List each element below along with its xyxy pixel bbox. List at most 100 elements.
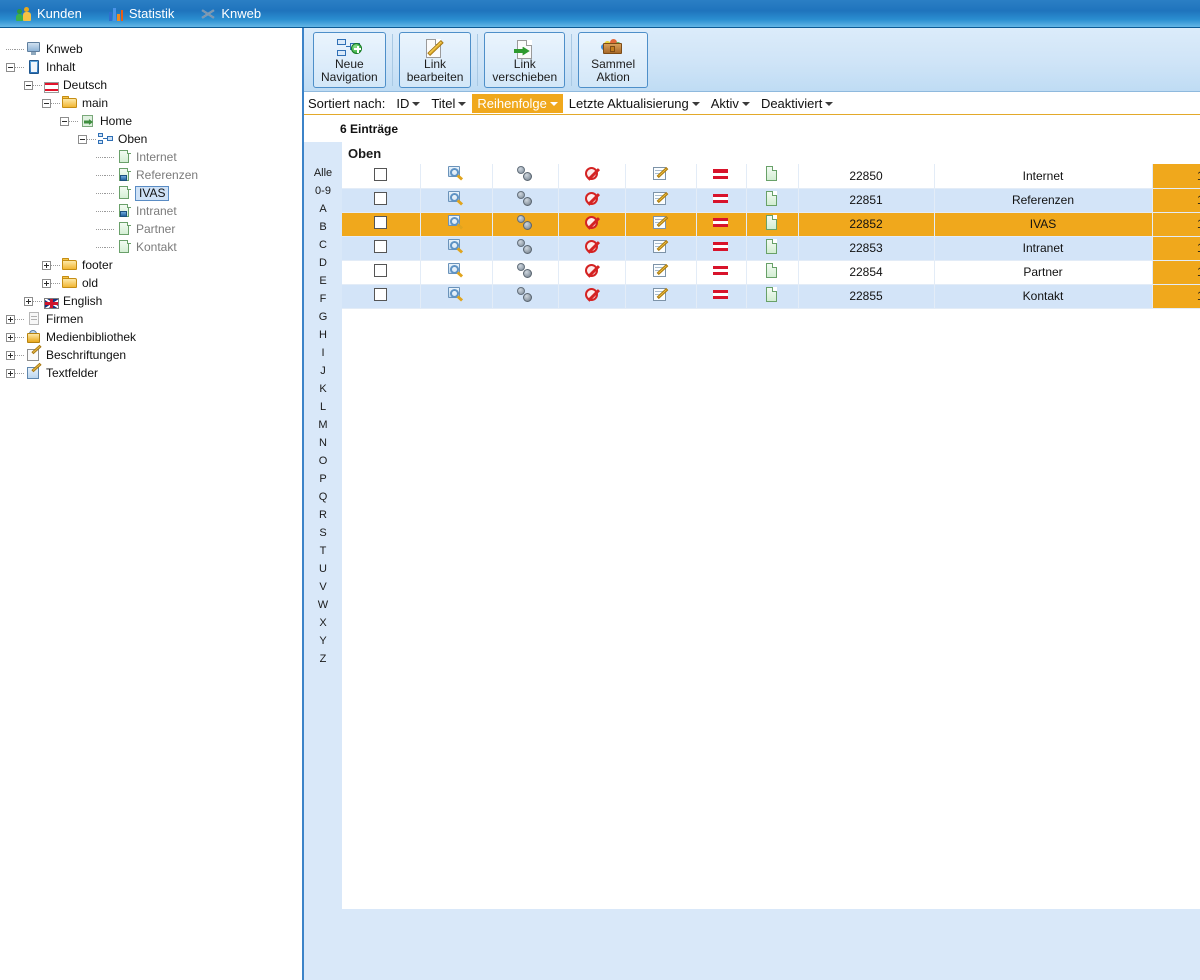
deactivate-icon[interactable]: [583, 286, 601, 304]
tree-node-deutsch[interactable]: Deutsch: [0, 76, 301, 94]
expand-toggle[interactable]: [6, 350, 15, 360]
row-language-cell[interactable]: [696, 212, 747, 237]
settings-icon[interactable]: [516, 238, 534, 256]
row-preview-cell[interactable]: [420, 188, 493, 213]
page-icon[interactable]: [763, 214, 781, 232]
tree-node-medienbibliothek[interactable]: Medienbibliothek: [0, 328, 301, 346]
row-page-cell[interactable]: [746, 284, 799, 309]
row-settings-cell[interactable]: [492, 164, 559, 189]
row-page-cell[interactable]: [746, 236, 799, 261]
preview-icon[interactable]: [447, 262, 465, 280]
row-page-cell[interactable]: [746, 212, 799, 237]
tree-node-english[interactable]: English: [0, 292, 301, 310]
alphabet-filter-e[interactable]: E: [319, 272, 326, 290]
row-settings-cell[interactable]: [492, 236, 559, 261]
tree-node-inhalt[interactable]: Inhalt: [0, 58, 301, 76]
expand-toggle[interactable]: [24, 296, 33, 306]
tree-node-partner[interactable]: Partner: [0, 220, 301, 238]
row-checkbox[interactable]: [374, 192, 388, 205]
alphabet-filter-f[interactable]: F: [320, 290, 327, 308]
preview-icon[interactable]: [447, 286, 465, 304]
edit-icon[interactable]: [652, 262, 670, 280]
tree-node-firmen[interactable]: Firmen: [0, 310, 301, 328]
row-edit-cell[interactable]: [625, 212, 697, 237]
tree-node-old[interactable]: old: [0, 274, 301, 292]
page-icon[interactable]: [763, 238, 781, 256]
alphabet-filter-d[interactable]: D: [319, 254, 327, 272]
alphabet-filter-g[interactable]: G: [319, 308, 328, 326]
collapse-toggle[interactable]: [6, 62, 15, 72]
row-checkbox-cell[interactable]: [342, 236, 421, 261]
alphabet-filter-s[interactable]: S: [319, 524, 326, 542]
tree-node-kontakt[interactable]: Kontakt: [0, 238, 301, 256]
row-checkbox[interactable]: [374, 264, 388, 277]
expand-toggle[interactable]: [6, 368, 15, 378]
edit-icon[interactable]: [652, 214, 670, 232]
row-checkbox-cell[interactable]: [342, 284, 421, 309]
row-checkbox[interactable]: [374, 240, 388, 253]
top-nav-item-kunden[interactable]: Kunden: [16, 6, 82, 22]
deactivate-icon[interactable]: [583, 238, 601, 256]
expand-toggle[interactable]: [42, 260, 51, 270]
alphabet-filter-u[interactable]: U: [319, 560, 327, 578]
collapse-toggle[interactable]: [60, 116, 69, 126]
row-preview-cell[interactable]: [420, 260, 493, 285]
alphabet-filter-z[interactable]: Z: [320, 650, 327, 668]
new-navigation-button[interactable]: Neue Navigation: [313, 31, 386, 88]
page-icon[interactable]: [763, 165, 781, 183]
row-page-cell[interactable]: [746, 188, 799, 213]
alphabet-filter-n[interactable]: N: [319, 434, 327, 452]
tree-node-internet[interactable]: Internet: [0, 148, 301, 166]
edit-icon[interactable]: [652, 190, 670, 208]
row-deactivate-cell[interactable]: [558, 164, 626, 189]
settings-icon[interactable]: [516, 262, 534, 280]
alphabet-filter-v[interactable]: V: [319, 578, 326, 596]
page-icon[interactable]: [763, 262, 781, 280]
row-checkbox-cell[interactable]: [342, 260, 421, 285]
row-preview-cell[interactable]: [420, 236, 493, 261]
row-edit-cell[interactable]: [625, 188, 697, 213]
settings-icon[interactable]: [516, 165, 534, 183]
edit-icon[interactable]: [652, 286, 670, 304]
table-row[interactable]: 22853Intranet100003: [342, 236, 1200, 261]
alphabet-filter-x[interactable]: X: [319, 614, 326, 632]
alphabet-filter-r[interactable]: R: [319, 506, 327, 524]
tree-node-referenzen[interactable]: Referenzen: [0, 166, 301, 184]
collapse-toggle[interactable]: [78, 134, 87, 144]
tree-node-home[interactable]: Home: [0, 112, 301, 130]
table-row[interactable]: 22851Referenzen100001: [342, 188, 1200, 213]
sort-option-letzte-aktualisierung[interactable]: Letzte Aktualisierung: [564, 94, 705, 113]
collapse-toggle[interactable]: [42, 98, 51, 108]
expand-toggle[interactable]: [42, 278, 51, 288]
table-row[interactable]: 22852IVAS100002: [342, 212, 1200, 237]
sort-option-deaktiviert[interactable]: Deaktiviert: [756, 94, 838, 113]
alphabet-filter-a[interactable]: A: [319, 200, 326, 218]
alphabet-filter-y[interactable]: Y: [319, 632, 326, 650]
row-deactivate-cell[interactable]: [558, 284, 626, 309]
row-deactivate-cell[interactable]: [558, 236, 626, 261]
alphabet-filter-c[interactable]: C: [319, 236, 327, 254]
sort-option-titel[interactable]: Titel: [426, 94, 471, 113]
row-page-cell[interactable]: [746, 164, 799, 189]
sort-option-reihenfolge[interactable]: Reihenfolge: [472, 94, 563, 113]
table-row[interactable]: 22854Partner100004: [342, 260, 1200, 285]
edit-icon[interactable]: [652, 165, 670, 183]
alphabet-filter-i[interactable]: I: [321, 344, 324, 362]
page-icon[interactable]: [763, 286, 781, 304]
alphabet-filter-k[interactable]: K: [319, 380, 326, 398]
alphabet-filter-p[interactable]: P: [319, 470, 326, 488]
page-icon[interactable]: [763, 190, 781, 208]
row-language-cell[interactable]: [696, 188, 747, 213]
alphabet-filter-alle[interactable]: Alle: [314, 164, 332, 182]
row-language-cell[interactable]: [696, 260, 747, 285]
table-row[interactable]: 22850Internet100000: [342, 164, 1200, 189]
row-deactivate-cell[interactable]: [558, 188, 626, 213]
top-nav-item-statistik[interactable]: Statistik: [108, 6, 174, 22]
tree-node-ivas[interactable]: IVAS: [0, 184, 301, 202]
sort-option-aktiv[interactable]: Aktiv: [706, 94, 755, 113]
row-checkbox-cell[interactable]: [342, 188, 421, 213]
sort-option-id[interactable]: ID: [391, 94, 425, 113]
settings-icon[interactable]: [516, 214, 534, 232]
expand-toggle[interactable]: [6, 314, 15, 324]
tree-node-beschriftungen[interactable]: Beschriftungen: [0, 344, 301, 364]
